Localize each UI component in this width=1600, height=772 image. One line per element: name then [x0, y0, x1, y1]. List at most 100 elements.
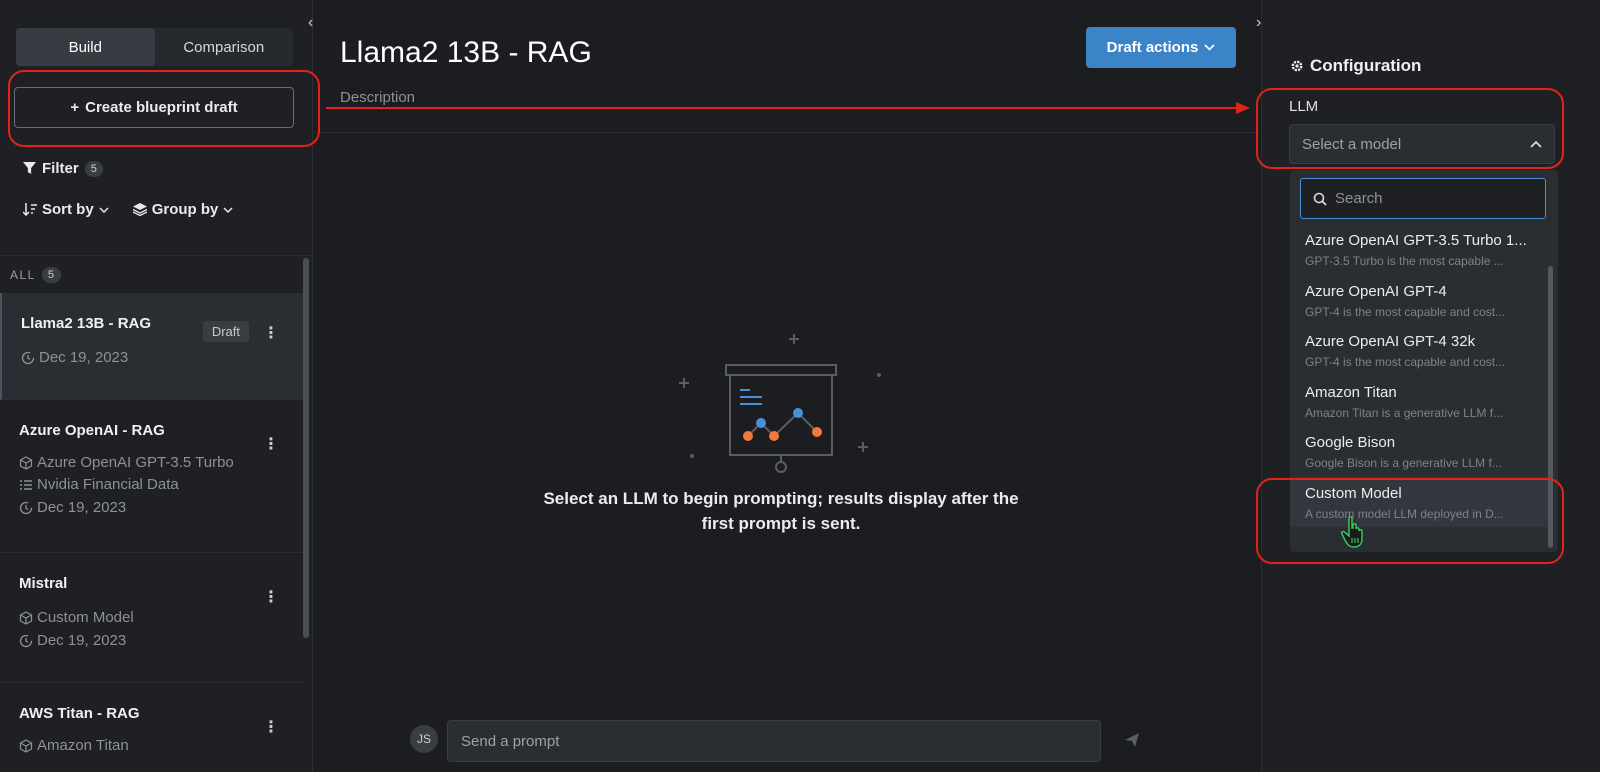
- chevron-down-icon: [1204, 44, 1215, 51]
- section-count-badge: 5: [41, 266, 62, 283]
- blueprint-title: Azure OpenAI - RAG: [19, 422, 165, 439]
- llm-option-desc: Amazon Titan is a generative LLM f...: [1305, 405, 1504, 420]
- llm-option[interactable]: Azure OpenAI GPT-4 32k GPT-4 is the most…: [1290, 325, 1548, 376]
- llm-option-name: Amazon Titan: [1305, 383, 1397, 401]
- list-icon: [20, 479, 32, 490]
- more-vertical-icon[interactable]: ⋮: [263, 587, 279, 607]
- create-blueprint-draft-button[interactable]: + Create blueprint draft: [14, 87, 294, 128]
- sidebar-scrollbar[interactable]: [303, 258, 309, 638]
- main-panel: ‹ Llama2 13B - RAG Description Draft act…: [308, 0, 1260, 772]
- group-by-button[interactable]: Group by: [132, 201, 234, 218]
- empty-state-message: Select an LLM to begin prompting; result…: [543, 489, 1019, 533]
- llm-option-desc: Google Bison is a generative LLM f...: [1305, 456, 1502, 470]
- list-controls: Sort by Group by: [23, 201, 233, 218]
- llm-option-name: Google Bison: [1305, 434, 1396, 451]
- cube-icon: [19, 455, 33, 470]
- sparkle-icon: [858, 442, 868, 452]
- chevron-down-icon: [223, 206, 233, 213]
- section-header-all: ALL 5: [0, 255, 313, 293]
- llm-select[interactable]: Select a model: [1289, 124, 1555, 164]
- blueprint-sidebar: Build Comparison + Create blueprint draf…: [0, 0, 313, 772]
- chevron-left-icon[interactable]: ‹: [308, 14, 313, 32]
- dropdown-scrollbar[interactable]: [1548, 266, 1553, 548]
- blueprint-title: Mistral: [19, 575, 68, 592]
- configuration-panel: › Configuration LLM Select a model Azure…: [1256, 0, 1600, 772]
- blueprint-date: Dec 19, 2023: [37, 632, 127, 649]
- llm-options-list: Azure OpenAI GPT-3.5 Turbo 1... GPT-3.5 …: [1290, 224, 1548, 527]
- sparkle-icon: [789, 334, 799, 344]
- sort-icon: [23, 203, 37, 216]
- blueprint-card[interactable]: Mistral ⋮ Custom Model Dec 19, 2023: [0, 553, 303, 683]
- plus-icon: +: [70, 99, 80, 116]
- llm-option[interactable]: Azure OpenAI GPT-4 GPT-4 is the most cap…: [1290, 275, 1548, 326]
- llm-option-desc: A custom model LLM deployed in D...: [1305, 506, 1504, 521]
- blueprint-card[interactable]: Azure OpenAI - RAG ⋮ Azure OpenAI GPT-3.…: [0, 400, 303, 553]
- create-blueprint-label: Create blueprint draft: [85, 99, 238, 116]
- search-field[interactable]: [1300, 178, 1546, 219]
- tab-build[interactable]: Build: [16, 28, 155, 66]
- blueprint-list: Llama2 13B - RAG Draft ⋮ Dec 19, 2023 Az…: [0, 293, 303, 772]
- llm-option-custom-model[interactable]: Custom Model A custom model LLM deployed…: [1290, 476, 1548, 527]
- blueprint-card[interactable]: AWS Titan - RAG ⋮ Amazon Titan: [0, 683, 303, 772]
- more-vertical-icon[interactable]: ⋮: [263, 323, 279, 343]
- blueprint-llm: Custom Model: [37, 609, 134, 626]
- layers-icon: [132, 203, 147, 216]
- section-label: ALL: [10, 267, 36, 282]
- avatar: JS: [410, 725, 438, 753]
- configuration-title: Configuration: [1310, 56, 1422, 75]
- llm-option-desc: GPT-3.5 Turbo is the most capable ...: [1305, 254, 1504, 268]
- blueprint-meta: Azure OpenAI GPT-3.5 Turbo: [19, 454, 285, 471]
- llm-option[interactable]: Azure OpenAI GPT-3.5 Turbo 1... GPT-3.5 …: [1290, 224, 1548, 275]
- prompt-input[interactable]: [447, 720, 1101, 762]
- tab-comparison[interactable]: Comparison: [155, 28, 294, 66]
- llm-option-name: Azure OpenAI GPT-4: [1305, 282, 1447, 300]
- llm-option-name: Azure OpenAI GPT-3.5 Turbo 1...: [1305, 232, 1527, 249]
- blueprint-meta: Dec 19, 2023: [21, 349, 285, 366]
- blueprint-meta: Custom Model: [19, 609, 285, 626]
- llm-option-name: Custom Model: [1305, 484, 1402, 502]
- clock-icon: [19, 501, 33, 514]
- blueprint-meta: Dec 19, 2023: [19, 499, 285, 516]
- blueprint-meta: Amazon Titan: [19, 737, 285, 754]
- blueprint-llm: Amazon Titan: [37, 737, 129, 754]
- llm-option-desc: GPT-4 is the most capable and cost...: [1305, 304, 1506, 319]
- blueprint-vector-db: Nvidia Financial Data: [37, 476, 179, 493]
- filter-icon: [23, 162, 36, 174]
- blueprint-title: AWS Titan - RAG: [19, 705, 140, 722]
- blueprint-date: Dec 19, 2023: [37, 499, 127, 516]
- configuration-heading: Configuration: [1290, 56, 1421, 76]
- gear-icon: [1291, 60, 1303, 72]
- send-icon[interactable]: [1123, 731, 1141, 749]
- chevron-right-icon[interactable]: ›: [1256, 14, 1261, 32]
- page-title: Llama2 13B - RAG: [340, 36, 592, 69]
- draft-actions-button[interactable]: Draft actions: [1086, 27, 1236, 68]
- filter-button[interactable]: Filter 5: [23, 160, 103, 177]
- description-field[interactable]: Description: [340, 89, 415, 106]
- sort-by-button[interactable]: Sort by: [23, 201, 109, 218]
- header-divider: [314, 132, 1260, 133]
- chevron-down-icon: [99, 206, 109, 213]
- llm-select-placeholder: Select a model: [1302, 135, 1402, 153]
- llm-option-desc: GPT-4 is the most capable and cost...: [1305, 355, 1506, 369]
- chevron-up-icon: [1530, 140, 1542, 148]
- filter-label: Filter: [42, 160, 79, 177]
- llm-option[interactable]: Google Bison Google Bison is a generativ…: [1290, 426, 1548, 477]
- search-input[interactable]: [1335, 190, 1535, 207]
- llm-dropdown-menu: Azure OpenAI GPT-3.5 Turbo 1... GPT-3.5 …: [1290, 170, 1558, 552]
- blueprint-meta: Dec 19, 2023: [19, 632, 285, 649]
- llm-option[interactable]: Amazon Titan Amazon Titan is a generativ…: [1290, 376, 1548, 427]
- filter-count-badge: 5: [84, 160, 103, 177]
- clock-icon: [21, 351, 35, 364]
- more-vertical-icon[interactable]: ⋮: [263, 717, 279, 737]
- cube-icon: [19, 738, 33, 753]
- llm-option-name: Azure OpenAI GPT-4 32k: [1305, 333, 1476, 350]
- draft-actions-label: Draft actions: [1106, 39, 1199, 56]
- draft-badge: Draft: [202, 321, 249, 342]
- search-icon: [1313, 192, 1327, 206]
- view-toggle: Build Comparison: [16, 28, 293, 66]
- blueprint-meta: Nvidia Financial Data: [19, 476, 285, 493]
- more-vertical-icon[interactable]: ⋮: [263, 434, 279, 454]
- blueprint-card[interactable]: Llama2 13B - RAG Draft ⋮ Dec 19, 2023: [0, 293, 303, 400]
- cube-icon: [19, 610, 33, 625]
- group-by-label: Group by: [151, 201, 219, 218]
